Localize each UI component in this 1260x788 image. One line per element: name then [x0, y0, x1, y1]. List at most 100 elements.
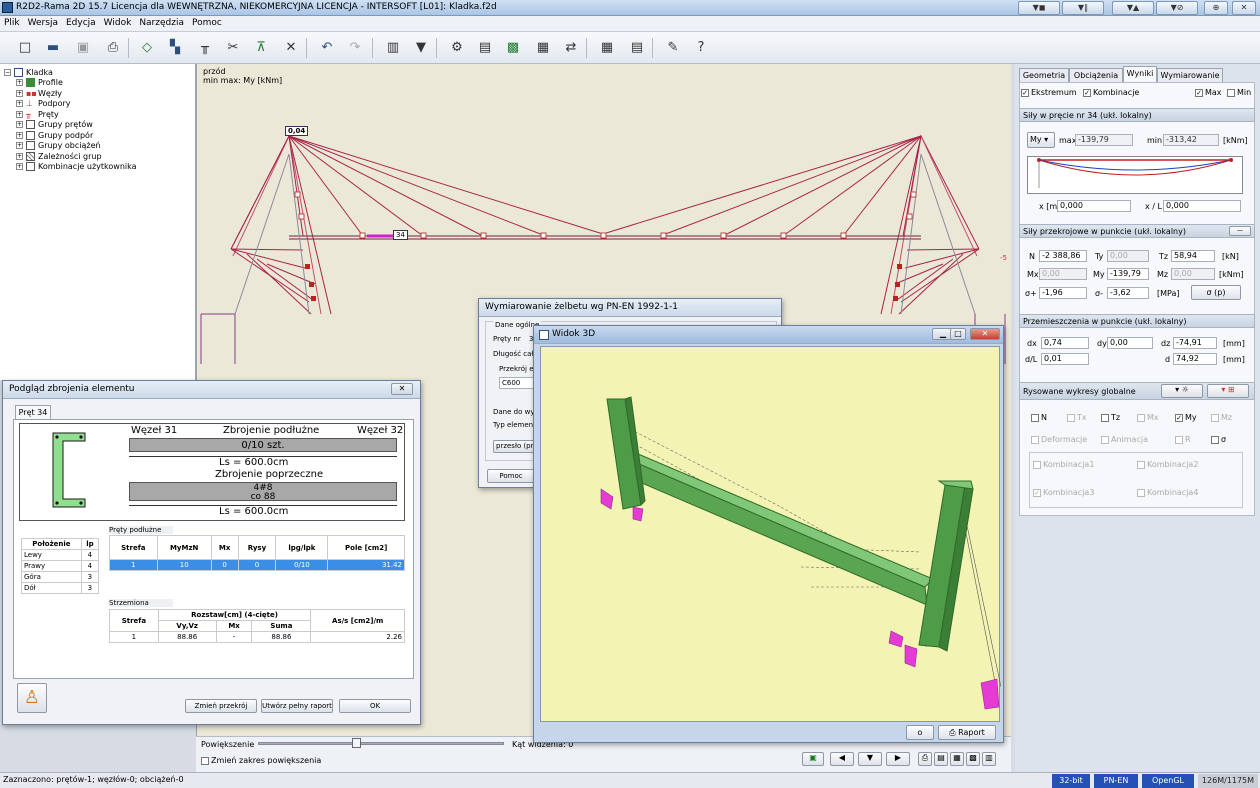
komb1-checkbox[interactable]: Kombinacja1 — [1033, 460, 1094, 469]
tree-item-podpory[interactable]: + ⊥ Podpory — [16, 98, 71, 109]
window-btn-5[interactable]: ⊕ — [1204, 1, 1228, 15]
down-view-button[interactable]: ▼ — [858, 752, 882, 766]
maximize-button[interactable]: □ — [950, 328, 966, 340]
table-row[interactable]: Prawy 4 — [21, 560, 100, 572]
save-icon[interactable]: ▣ — [74, 39, 92, 57]
expand-icon[interactable]: + — [16, 153, 23, 160]
close-3d-button[interactable]: ✕ — [970, 328, 1000, 340]
copy-view-button[interactable]: ▤ — [934, 752, 948, 766]
draw-n-checkbox[interactable]: N — [1031, 413, 1047, 422]
sigma-checkbox[interactable]: σ — [1211, 435, 1226, 444]
tab-wyniki[interactable]: Wyniki — [1123, 66, 1157, 82]
tree-item-grupy-pretow[interactable]: + Grupy prętów — [16, 119, 93, 130]
menu-plik[interactable]: Plik — [0, 16, 24, 28]
komb4-checkbox[interactable]: Kombinacja4 — [1137, 488, 1198, 497]
fit-view-button[interactable]: ▦ — [950, 752, 964, 766]
draw-mx-checkbox[interactable]: Mx — [1137, 413, 1159, 422]
settings-icon[interactable]: ✎ — [664, 39, 682, 57]
tab-geometria[interactable]: Geometria — [1019, 68, 1069, 82]
zoom-slider-thumb[interactable] — [352, 738, 361, 748]
collapse-icon[interactable]: − — [4, 69, 11, 76]
table-row[interactable]: 1 10 0 0 0/10 31.42 — [109, 559, 405, 571]
move-icon[interactable]: ▚ — [166, 39, 184, 57]
draw-options-button[interactable]: ▾ ☼ — [1161, 384, 1203, 398]
redo-icon[interactable]: ↷ — [346, 39, 364, 57]
menu-pomoc[interactable]: Pomoc — [188, 16, 226, 28]
close-dialog-button[interactable]: ✕ — [391, 383, 413, 395]
new-file-icon[interactable]: □ — [16, 39, 34, 57]
window-close-button[interactable]: ✕ — [1232, 1, 1256, 15]
table-row[interactable]: Lewy 4 — [21, 549, 100, 561]
tab-wymiarowanie[interactable]: Wymiarowanie — [1157, 68, 1223, 82]
xl-input[interactable]: 0,000 — [1163, 200, 1241, 212]
change-section-button[interactable]: Zmień przekrój — [185, 699, 257, 713]
grid-view-button[interactable]: ▩ — [966, 752, 980, 766]
x-input[interactable]: 0,000 — [1057, 200, 1131, 212]
align-icon[interactable]: ⇄ — [562, 39, 580, 57]
window-btn-2[interactable]: ▼∥ — [1062, 1, 1104, 15]
table-row[interactable]: Góra 3 — [21, 571, 100, 583]
tab-obciazenia[interactable]: Obciążenia — [1069, 68, 1123, 82]
designer-icon[interactable]: ♙ — [17, 683, 47, 713]
r-checkbox[interactable]: R — [1175, 435, 1191, 444]
undo-icon[interactable]: ↶ — [318, 39, 336, 57]
draw-tz-checkbox[interactable]: Tz — [1101, 413, 1120, 422]
window-btn-3[interactable]: ▼▲ — [1112, 1, 1154, 15]
window-btn-4[interactable]: ▼⊘ — [1156, 1, 1198, 15]
help-icon[interactable]: ? — [692, 39, 710, 57]
calculator-icon[interactable]: ▦ — [598, 39, 616, 57]
print-view-button[interactable]: ⎙ — [918, 752, 932, 766]
komb2-checkbox[interactable]: Kombinacja2 — [1137, 460, 1198, 469]
grid-icon[interactable]: ▥ — [384, 39, 402, 57]
view-3d-icon[interactable]: ▩ — [504, 39, 522, 57]
draw-my-checkbox[interactable]: ✓ My — [1175, 413, 1197, 422]
calculate-icon[interactable]: ⚙ — [448, 39, 466, 57]
cut-icon[interactable]: ✂ — [224, 39, 242, 57]
menu-widok[interactable]: Widok — [100, 16, 136, 28]
prev-view-button[interactable]: ◀ — [830, 752, 854, 766]
tab-pret-34[interactable]: Pręt 34 — [15, 405, 51, 419]
force-select[interactable]: My ▾ — [1027, 132, 1055, 148]
max-checkbox[interactable]: ✓ Max — [1195, 88, 1222, 97]
draw-clear-button[interactable]: ▾ ⊞ — [1207, 384, 1249, 398]
raport-button[interactable]: ⎙ Raport — [938, 725, 996, 740]
more-view-button[interactable]: ▥ — [982, 752, 996, 766]
window-btn-1[interactable]: ▼◼ — [1018, 1, 1060, 15]
expand-icon[interactable]: + — [16, 100, 23, 107]
help-button[interactable]: Pomoc — [487, 469, 535, 483]
delete-icon[interactable]: ✕ — [282, 39, 300, 57]
menu-edycja[interactable]: Edycja — [62, 16, 100, 28]
min-checkbox[interactable]: Min — [1227, 88, 1251, 97]
next-view-button[interactable]: ▶ — [886, 752, 910, 766]
section-options-button[interactable]: — — [1229, 226, 1251, 236]
animacja-checkbox[interactable]: Animacja — [1101, 435, 1148, 444]
expand-icon[interactable]: + — [16, 142, 23, 149]
menu-wersja[interactable]: Wersja — [24, 16, 62, 28]
add-view-button[interactable]: ▣ — [802, 752, 824, 766]
tree-item-profile[interactable]: + Profile — [16, 77, 63, 88]
filter-icon[interactable]: ▼ — [412, 39, 430, 57]
zoom-range-checkbox[interactable]: Zmień zakres powiększenia — [201, 756, 321, 765]
menu-narzedzia[interactable]: Narzędzia — [135, 16, 188, 28]
ok-button[interactable]: OK — [339, 699, 411, 713]
kombinacje-checkbox[interactable]: ✓ Kombinacje — [1083, 88, 1139, 97]
tree-item-grupy-obciazen[interactable]: + Grupy obciążeń — [16, 140, 101, 151]
table-row[interactable]: 1 88.86-88.86 2.26 — [109, 631, 405, 643]
add-node-icon[interactable]: ◇ — [138, 39, 156, 57]
sigma-point-button[interactable]: σ (p) — [1191, 285, 1241, 300]
open-folder-icon[interactable]: ▬ — [44, 39, 62, 57]
komb3-checkbox[interactable]: ✓ Kombinacja3 — [1033, 488, 1094, 497]
expand-icon[interactable]: + — [16, 121, 23, 128]
expand-icon[interactable]: + — [16, 79, 23, 86]
expand-icon[interactable]: + — [16, 90, 23, 97]
print-icon[interactable]: ⎙ — [104, 39, 122, 57]
full-report-button[interactable]: Utwórz pełny raport — [261, 699, 333, 713]
zoom-slider[interactable] — [258, 742, 504, 745]
expand-icon[interactable]: + — [16, 132, 23, 139]
dimension-icon[interactable]: ▦ — [534, 39, 552, 57]
deformacje-checkbox[interactable]: Deformacje — [1031, 435, 1087, 444]
add-beam-icon[interactable]: ╥ — [196, 39, 214, 57]
draw-tx-checkbox[interactable]: Tx — [1067, 413, 1087, 422]
ekstremum-checkbox[interactable]: ✓ Ekstremum — [1021, 88, 1077, 97]
orbit-button[interactable]: o — [906, 725, 934, 740]
